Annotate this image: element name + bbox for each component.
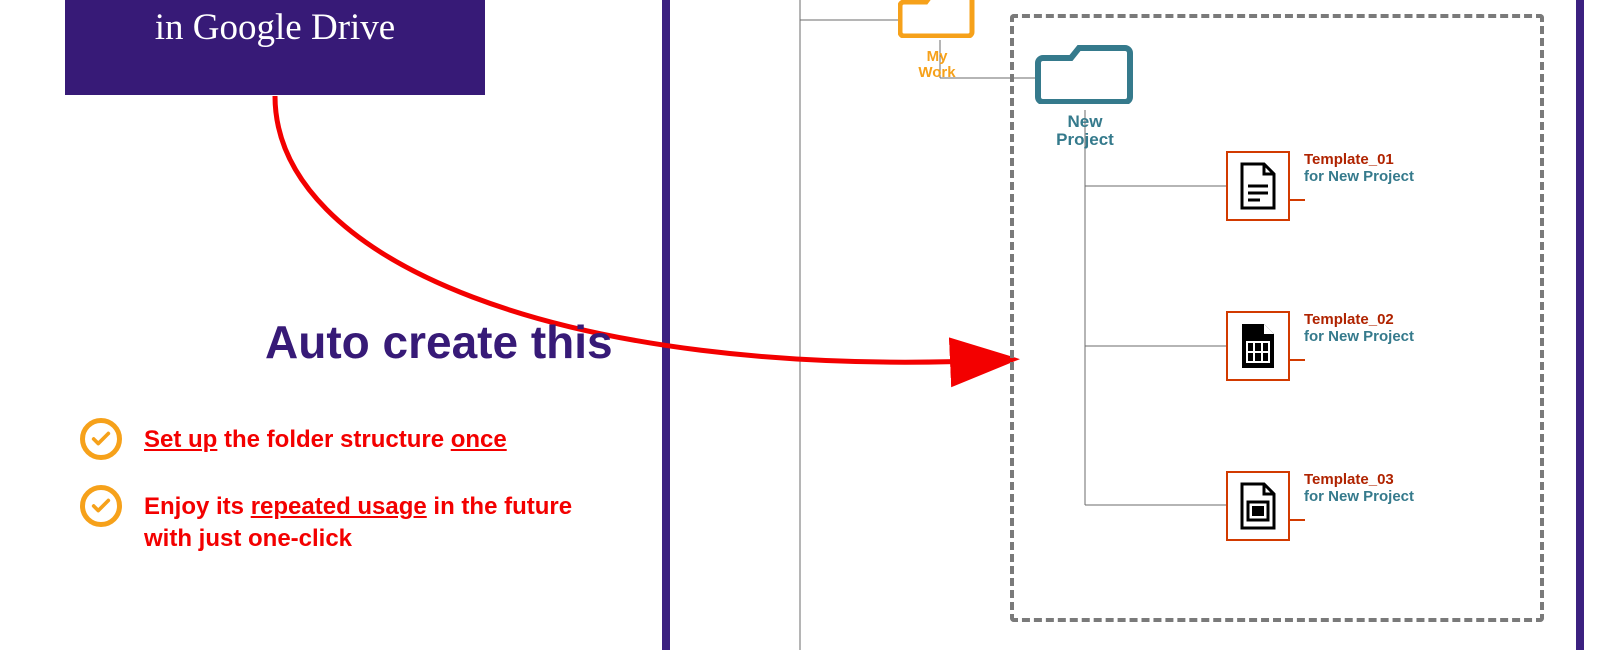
sheet-file-icon: [1226, 311, 1290, 381]
file-3-sub: for New Project: [1304, 488, 1414, 505]
check-icon: [80, 485, 122, 527]
frame-border-left: [662, 0, 670, 650]
file-template-02: Template_02 for New Project: [1226, 311, 1414, 381]
folder-icon: [1035, 42, 1135, 104]
folder-my-work-label-2: Work: [918, 64, 955, 81]
bullet-2-text: Enjoy its repeated usage in the future w…: [144, 485, 624, 556]
folder-my-work-label-1: My: [927, 48, 948, 65]
bullet-2: Enjoy its repeated usage in the future w…: [80, 485, 624, 556]
file-template-01: Template_01 for New Project: [1226, 151, 1414, 221]
file-2-name: Template_02: [1304, 311, 1414, 328]
check-icon: [80, 418, 122, 460]
doc-file-icon: [1226, 151, 1290, 221]
folder-icon: [898, 0, 976, 38]
title-card-text: in Google Drive: [155, 6, 395, 49]
folder-new-project: New Project: [1035, 42, 1135, 149]
file-2-sub: for New Project: [1304, 328, 1414, 345]
bullet-1-text: Set up the folder structure once: [144, 418, 507, 456]
folder-new-project-label-1: New: [1068, 112, 1103, 131]
title-card: in Google Drive: [65, 0, 485, 95]
frame-border-right: [1576, 0, 1584, 650]
headline: Auto create this: [265, 315, 613, 369]
file-1-name: Template_01: [1304, 151, 1414, 168]
file-template-03: Template_03 for New Project: [1226, 471, 1414, 541]
folder-new-project-label-2: Project: [1056, 130, 1114, 149]
slides-file-icon: [1226, 471, 1290, 541]
folder-my-work: My Work: [898, 0, 976, 81]
file-1-sub: for New Project: [1304, 168, 1414, 185]
file-3-name: Template_03: [1304, 471, 1414, 488]
bullet-1: Set up the folder structure once: [80, 418, 507, 460]
